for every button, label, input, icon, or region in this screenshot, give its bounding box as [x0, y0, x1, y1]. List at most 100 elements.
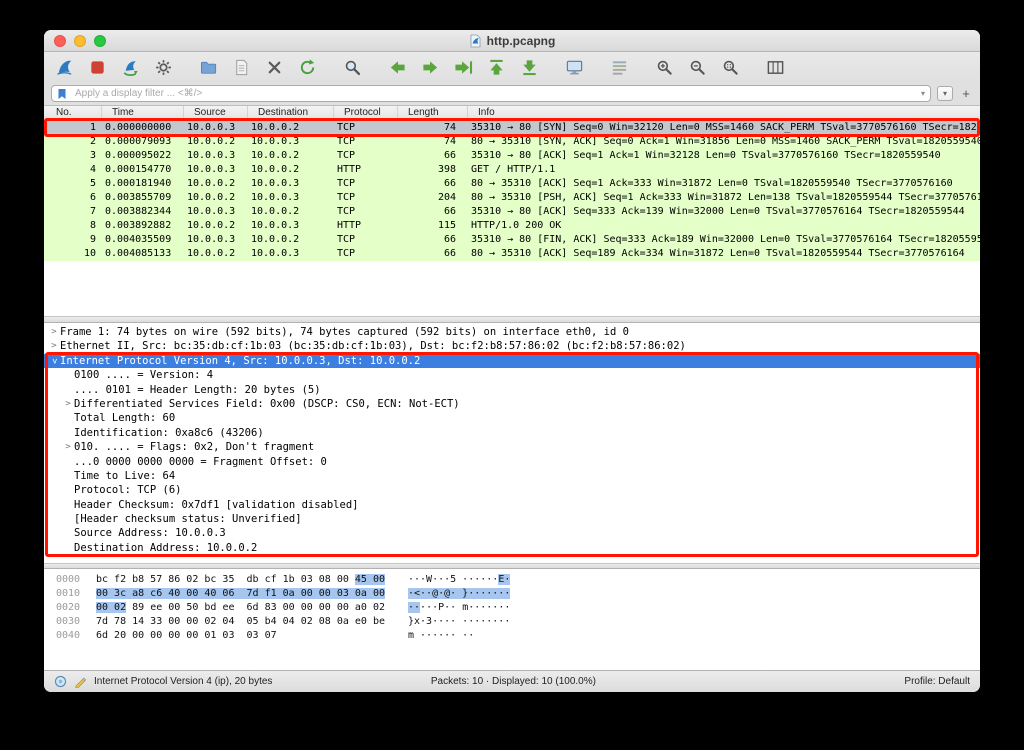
window-title-text: http.pcapng: [487, 34, 556, 48]
hex-row[interactable]: 002000 02 89 ee 00 50 bd ee 6d 83 00 00 …: [56, 601, 980, 615]
find-packet-button[interactable]: [340, 55, 364, 79]
detail-text: Differentiated Services Field: 0x00 (DSC…: [74, 397, 460, 411]
zoom-original-button[interactable]: [718, 55, 742, 79]
packet-row[interactable]: 50.00018194010.0.0.210.0.0.3TCP6680 → 35…: [44, 177, 980, 191]
auto-scroll-button[interactable]: [562, 55, 586, 79]
open-file-button[interactable]: [196, 55, 220, 79]
zoom-out-button[interactable]: [685, 55, 709, 79]
packet-row[interactable]: 60.00385570910.0.0.210.0.0.3TCP20480 → 3…: [44, 191, 980, 205]
close-window-button[interactable]: [54, 35, 66, 47]
packet-row[interactable]: 30.00009502210.0.0.310.0.0.2TCP6635310 →…: [44, 149, 980, 163]
detail-line[interactable]: >010. .... = Flags: 0x2, Don't fragment: [44, 440, 980, 454]
detail-line[interactable]: Destination Address: 10.0.0.2: [44, 541, 980, 555]
chevron-right-icon[interactable]: >: [62, 440, 74, 454]
cell-info: GET / HTTP/1.1: [468, 163, 980, 177]
cell-destination: 10.0.0.2: [248, 163, 334, 177]
minimize-window-button[interactable]: [74, 35, 86, 47]
detail-line[interactable]: >Frame 1: 74 bytes on wire (592 bits), 7…: [44, 325, 980, 339]
detail-line[interactable]: .... 0101 = Header Length: 20 bytes (5): [44, 383, 980, 397]
chevron-right-icon[interactable]: >: [62, 397, 74, 411]
column-header-source[interactable]: Source: [184, 106, 248, 120]
status-profile[interactable]: Profile: Default: [904, 676, 970, 687]
hex-row[interactable]: 0000bc f2 b8 57 86 02 bc 35 db cf 1b 03 …: [56, 573, 980, 587]
filter-dropdown-button[interactable]: ▾: [937, 86, 953, 101]
zoom-in-button[interactable]: [652, 55, 676, 79]
chevron-placeholder: [62, 483, 74, 497]
detail-line[interactable]: Source Address: 10.0.0.3: [44, 526, 980, 540]
filter-bookmark-icon[interactable]: [57, 88, 68, 100]
reload-file-button[interactable]: [295, 55, 319, 79]
detail-text: Identification: 0xa8c6 (43206): [74, 426, 264, 440]
detail-line[interactable]: >Ethernet II, Src: bc:35:db:cf:1b:03 (bc…: [44, 339, 980, 353]
detail-line[interactable]: 0100 .... = Version: 4: [44, 368, 980, 382]
resize-columns-button[interactable]: [763, 55, 787, 79]
expert-info-icon[interactable]: [54, 675, 67, 688]
packet-row[interactable]: 40.00015477010.0.0.310.0.0.2HTTP398GET /…: [44, 163, 980, 177]
detail-line[interactable]: Header Checksum: 0x7df1 [validation disa…: [44, 498, 980, 512]
column-header-time[interactable]: Time: [102, 106, 184, 120]
detail-text: 0100 .... = Version: 4: [74, 368, 213, 382]
packet-row[interactable]: 80.00389288210.0.0.210.0.0.3HTTP115HTTP/…: [44, 219, 980, 233]
detail-line[interactable]: >Internet Protocol Version 4, Src: 10.0.…: [44, 354, 980, 368]
capture-options-icon: [154, 58, 173, 77]
filter-history-chevron-icon[interactable]: ▾: [921, 89, 925, 98]
packet-row[interactable]: 10.00000000010.0.0.310.0.0.2TCP7435310 →…: [44, 121, 980, 135]
filter-toolbar: ▾ ▾ +: [44, 82, 980, 106]
hex-row[interactable]: 00307d 78 14 33 00 00 02 04 05 b4 04 02 …: [56, 615, 980, 629]
detail-line[interactable]: Time to Live: 64: [44, 469, 980, 483]
display-filter-field[interactable]: ▾: [51, 85, 931, 102]
packet-row[interactable]: 90.00403550910.0.0.310.0.0.2TCP6635310 →…: [44, 233, 980, 247]
go-forward-button[interactable]: [418, 55, 442, 79]
hex-row[interactable]: 001000 3c a8 c6 40 00 40 06 7d f1 0a 00 …: [56, 587, 980, 601]
go-first-packet-button[interactable]: [484, 55, 508, 79]
pane-splitter[interactable]: [44, 316, 980, 323]
cell-protocol: HTTP: [334, 163, 398, 177]
cell-info: 80 → 35310 [ACK] Seq=189 Ack=334 Win=318…: [468, 247, 980, 261]
column-header-protocol[interactable]: Protocol: [334, 106, 398, 120]
detail-text: [Header checksum status: Unverified]: [74, 512, 302, 526]
start-capture-button[interactable]: [52, 55, 76, 79]
packet-row[interactable]: 100.00408513310.0.0.210.0.0.3TCP6680 → 3…: [44, 247, 980, 261]
hex-ascii: ···W···5 ······E·: [408, 573, 510, 587]
chevron-placeholder: [62, 368, 74, 382]
chevron-right-icon[interactable]: >: [48, 339, 60, 353]
close-file-button[interactable]: [262, 55, 286, 79]
chevron-down-icon[interactable]: >: [47, 355, 61, 367]
add-filter-button[interactable]: +: [959, 86, 973, 101]
chevron-placeholder: [62, 469, 74, 483]
restart-capture-button[interactable]: [118, 55, 142, 79]
packet-row[interactable]: 20.00007909310.0.0.210.0.0.3TCP7480 → 35…: [44, 135, 980, 149]
stop-capture-button[interactable]: [85, 55, 109, 79]
detail-line[interactable]: >Differentiated Services Field: 0x00 (DS…: [44, 397, 980, 411]
column-header-destination[interactable]: Destination: [248, 106, 334, 120]
column-header-no[interactable]: No.: [44, 106, 102, 120]
zoom-window-button[interactable]: [94, 35, 106, 47]
go-back-button[interactable]: [385, 55, 409, 79]
go-last-packet-button[interactable]: [517, 55, 541, 79]
column-header-length[interactable]: Length: [398, 106, 468, 120]
chevron-placeholder: [62, 526, 74, 540]
packet-row[interactable]: 70.00388234410.0.0.310.0.0.2TCP6635310 →…: [44, 205, 980, 219]
chevron-right-icon[interactable]: >: [48, 325, 60, 339]
detail-text: Total Length: 60: [74, 411, 175, 425]
detail-line[interactable]: ...0 0000 0000 0000 = Fragment Offset: 0: [44, 455, 980, 469]
save-file-button[interactable]: [229, 55, 253, 79]
column-header-info[interactable]: Info: [468, 106, 980, 120]
detail-line[interactable]: Total Length: 60: [44, 411, 980, 425]
go-to-packet-button[interactable]: [451, 55, 475, 79]
cell-length: 66: [398, 177, 468, 191]
capture-comment-icon[interactable]: [74, 675, 87, 688]
colorize-packets-button[interactable]: [607, 55, 631, 79]
detail-line[interactable]: Identification: 0xa8c6 (43206): [44, 426, 980, 440]
detail-text: Header Checksum: 0x7df1 [validation disa…: [74, 498, 358, 512]
detail-line[interactable]: Protocol: TCP (6): [44, 483, 980, 497]
hex-offset: 0020: [56, 601, 96, 615]
cell-info: 80 → 35310 [ACK] Seq=1 Ack=333 Win=31872…: [468, 177, 980, 191]
display-filter-input[interactable]: [73, 87, 916, 100]
hex-row[interactable]: 00406d 20 00 00 00 00 01 03 03 07m ·····…: [56, 629, 980, 643]
capture-options-button[interactable]: [151, 55, 175, 79]
cell-time: 0.003892882: [102, 219, 184, 233]
cell-time: 0.003882344: [102, 205, 184, 219]
detail-line[interactable]: [Header checksum status: Unverified]: [44, 512, 980, 526]
title-bar[interactable]: http.pcapng: [44, 30, 980, 52]
